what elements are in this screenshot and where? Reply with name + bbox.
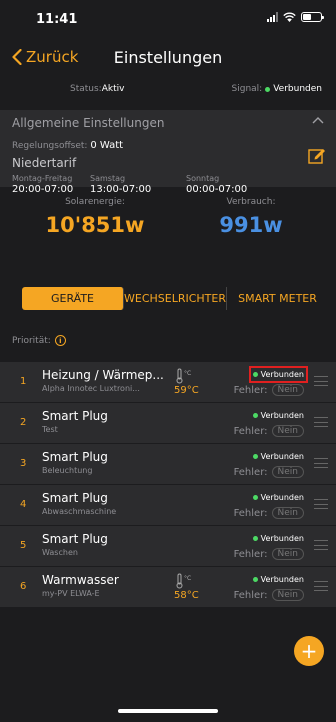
add-device-button[interactable]: + (294, 636, 324, 666)
device-subtitle: Abwaschmaschine (42, 507, 117, 516)
priority-number: 2 (20, 417, 27, 428)
consumption-value: 991w (219, 213, 283, 237)
device-subtitle: Test (42, 425, 58, 434)
device-name: Smart Plug (42, 491, 108, 505)
svg-text:°C: °C (184, 370, 191, 377)
status-text: Status:Aktiv (70, 84, 125, 94)
drag-handle-icon[interactable] (314, 376, 328, 386)
priority-number: 3 (20, 458, 27, 469)
error-status: Fehler: Nein (234, 384, 304, 396)
edit-icon[interactable] (308, 146, 326, 164)
cellular-signal-icon (267, 12, 278, 22)
connection-status: Verbunden (252, 493, 304, 502)
temperature: 58°C (174, 590, 199, 601)
connection-status: Verbunden (252, 411, 304, 420)
tab-smart-meter[interactable]: SMART METER (227, 287, 328, 310)
tab-wechselrichter[interactable]: WECHSELRICHTER (124, 287, 227, 310)
wifi-icon (283, 12, 296, 22)
connection-status: Verbunden (252, 534, 304, 543)
schedule-weekday: Montag-Freitag 20:00-07:00 (12, 174, 74, 195)
device-name: Smart Plug (42, 409, 108, 423)
tab-geraete[interactable]: GERÄTE (22, 287, 124, 310)
ios-status-bar: 11:41 (0, 0, 336, 38)
status-row: Status:Aktiv Signal: Verbunden (0, 84, 336, 102)
error-status: Fehler: Nein (234, 466, 304, 478)
status-icons (267, 12, 324, 22)
device-row[interactable]: 6 Warmwasser my-PV ELWA-E °C 58°C Verbun… (0, 567, 336, 607)
device-subtitle: Waschen (42, 548, 78, 557)
solar-energy: Solarenergie: 10'851w (20, 197, 170, 237)
error-status: Fehler: Nein (234, 425, 304, 437)
battery-icon (301, 12, 324, 22)
connection-status: Verbunden (252, 575, 304, 584)
temperature: 59°C (174, 385, 199, 396)
device-name: Smart Plug (42, 532, 108, 546)
drag-handle-icon[interactable] (314, 417, 328, 427)
general-settings-panel: Allgemeine Einstellungen Regelungsoffset… (0, 110, 336, 195)
drag-handle-icon[interactable] (314, 458, 328, 468)
page-title: Einstellungen (113, 48, 223, 67)
clock: 11:41 (36, 12, 78, 27)
error-status: Fehler: Nein (234, 548, 304, 560)
priority-header: Priorität: i (12, 335, 66, 346)
signal-text: Signal: Verbunden (231, 84, 322, 94)
device-row[interactable]: 4 Smart Plug Abwaschmaschine Verbunden F… (0, 485, 336, 525)
priority-number: 6 (20, 581, 27, 592)
schedule-saturday: Samstag 13:00-07:00 (90, 174, 152, 195)
chevron-up-icon[interactable] (312, 116, 324, 124)
connected-dot-icon (265, 86, 271, 92)
svg-text:°C: °C (184, 575, 191, 582)
tarif-label: Niedertarif (12, 156, 77, 170)
consumption: Verbrauch: 991w (176, 197, 326, 237)
energy-summary: Solarenergie: 10'851w Verbrauch: 991w (0, 197, 336, 257)
device-name: Warmwasser (42, 573, 119, 587)
connection-status: Verbunden (248, 366, 309, 383)
device-name: Smart Plug (42, 450, 108, 464)
thermometer-icon: °C (176, 368, 191, 384)
device-row[interactable]: 3 Smart Plug Beleuchtung Verbunden Fehle… (0, 444, 336, 484)
device-row[interactable]: 5 Smart Plug Waschen Verbunden Fehler: Ne… (0, 526, 336, 566)
drag-handle-icon[interactable] (314, 499, 328, 509)
general-settings-title: Allgemeine Einstellungen (12, 116, 165, 130)
priority-number: 4 (20, 499, 27, 510)
device-row[interactable]: 2 Smart Plug Test Verbunden Fehler: Nein (0, 403, 336, 443)
device-row[interactable]: 1 Heizung / Wärmep... Alpha Innotec Luxt… (0, 362, 336, 402)
priority-number: 1 (20, 376, 27, 387)
navigation-bar: Zurück Einstellungen (0, 44, 336, 76)
solar-value: 10'851w (45, 213, 145, 237)
tab-bar: GERÄTE WECHSELRICHTER SMART METER (22, 287, 328, 310)
device-name: Heizung / Wärmep... (42, 368, 164, 382)
device-list: 1 Heizung / Wärmep... Alpha Innotec Luxt… (0, 362, 336, 608)
thermometer-icon: °C (176, 573, 191, 589)
home-indicator[interactable] (118, 709, 218, 713)
drag-handle-icon[interactable] (314, 540, 328, 550)
regelungsoffset: Regelungsoffset: 0 Watt (12, 140, 124, 151)
priority-number: 5 (20, 540, 27, 551)
device-subtitle: Beleuchtung (42, 466, 93, 475)
error-status: Fehler: Nein (234, 507, 304, 519)
device-subtitle: Alpha Innotec Luxtroni... (42, 384, 140, 393)
connection-status: Verbunden (252, 452, 304, 461)
device-subtitle: my-PV ELWA-E (42, 589, 100, 598)
info-icon[interactable]: i (54, 335, 66, 346)
drag-handle-icon[interactable] (314, 581, 328, 591)
schedule-sunday: Sonntag 00:00-07:00 (186, 174, 248, 195)
error-status: Fehler: Nein (234, 589, 304, 601)
